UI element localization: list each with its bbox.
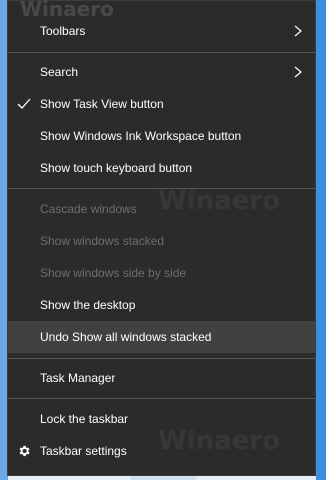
menu-item-label: Task Manager bbox=[40, 371, 116, 385]
menu-item-label: Search bbox=[40, 65, 79, 79]
menu-item-show-windows-stacked[interactable]: Show windows stacked bbox=[8, 225, 315, 257]
menu-item-label: Show windows side by side bbox=[40, 266, 187, 280]
menu-item-label: Cascade windows bbox=[40, 202, 137, 216]
checkmark-icon bbox=[17, 98, 31, 109]
menu-item-label: Show Windows Ink Workspace button bbox=[40, 129, 242, 143]
menu-item-lock-taskbar[interactable]: Lock the taskbar bbox=[8, 403, 315, 435]
menu-separator bbox=[8, 52, 315, 53]
desktop-accent-right bbox=[316, 0, 326, 480]
menu-item-show-windows-side-by-side[interactable]: Show windows side by side bbox=[8, 257, 315, 289]
menu-item-show-desktop[interactable]: Show the desktop bbox=[8, 289, 315, 321]
menu-item-label: Taskbar settings bbox=[40, 444, 127, 458]
menu-item-toolbars[interactable]: Toolbars bbox=[8, 15, 315, 47]
menu-item-label: Undo Show all windows stacked bbox=[40, 330, 212, 344]
menu-item-label: Show touch keyboard button bbox=[40, 161, 193, 175]
menu-item-search[interactable]: Search bbox=[8, 56, 315, 88]
menu-item-label: Show Task View button bbox=[40, 97, 164, 111]
menu-separator bbox=[8, 188, 315, 189]
menu-item-label: Show windows stacked bbox=[40, 234, 165, 248]
menu-item-show-touch-keyboard[interactable]: Show touch keyboard button bbox=[8, 152, 315, 184]
chevron-right-icon bbox=[294, 66, 302, 78]
gear-icon bbox=[19, 445, 30, 457]
menu-separator bbox=[8, 398, 315, 399]
menu-item-taskbar-settings[interactable]: Taskbar settings bbox=[8, 435, 315, 467]
menu-item-task-manager[interactable]: Task Manager bbox=[8, 362, 315, 394]
menu-item-label: Show the desktop bbox=[40, 298, 136, 312]
menu-separator bbox=[8, 358, 315, 359]
menu-item-cascade-windows[interactable]: Cascade windows bbox=[8, 193, 315, 225]
menu-item-label: Toolbars bbox=[40, 24, 86, 38]
menu-item-undo-show-windows-stacked[interactable]: Undo Show all windows stacked bbox=[8, 321, 315, 353]
chevron-right-icon bbox=[294, 25, 302, 37]
menu-item-show-task-view[interactable]: Show Task View button bbox=[8, 88, 315, 120]
menu-item-label: Lock the taskbar bbox=[40, 412, 129, 426]
menu-item-show-ink-workspace[interactable]: Show Windows Ink Workspace button bbox=[8, 120, 315, 152]
taskbar-context-menu: Winaero Winaero Winaero Toolbars Search … bbox=[7, 0, 316, 476]
